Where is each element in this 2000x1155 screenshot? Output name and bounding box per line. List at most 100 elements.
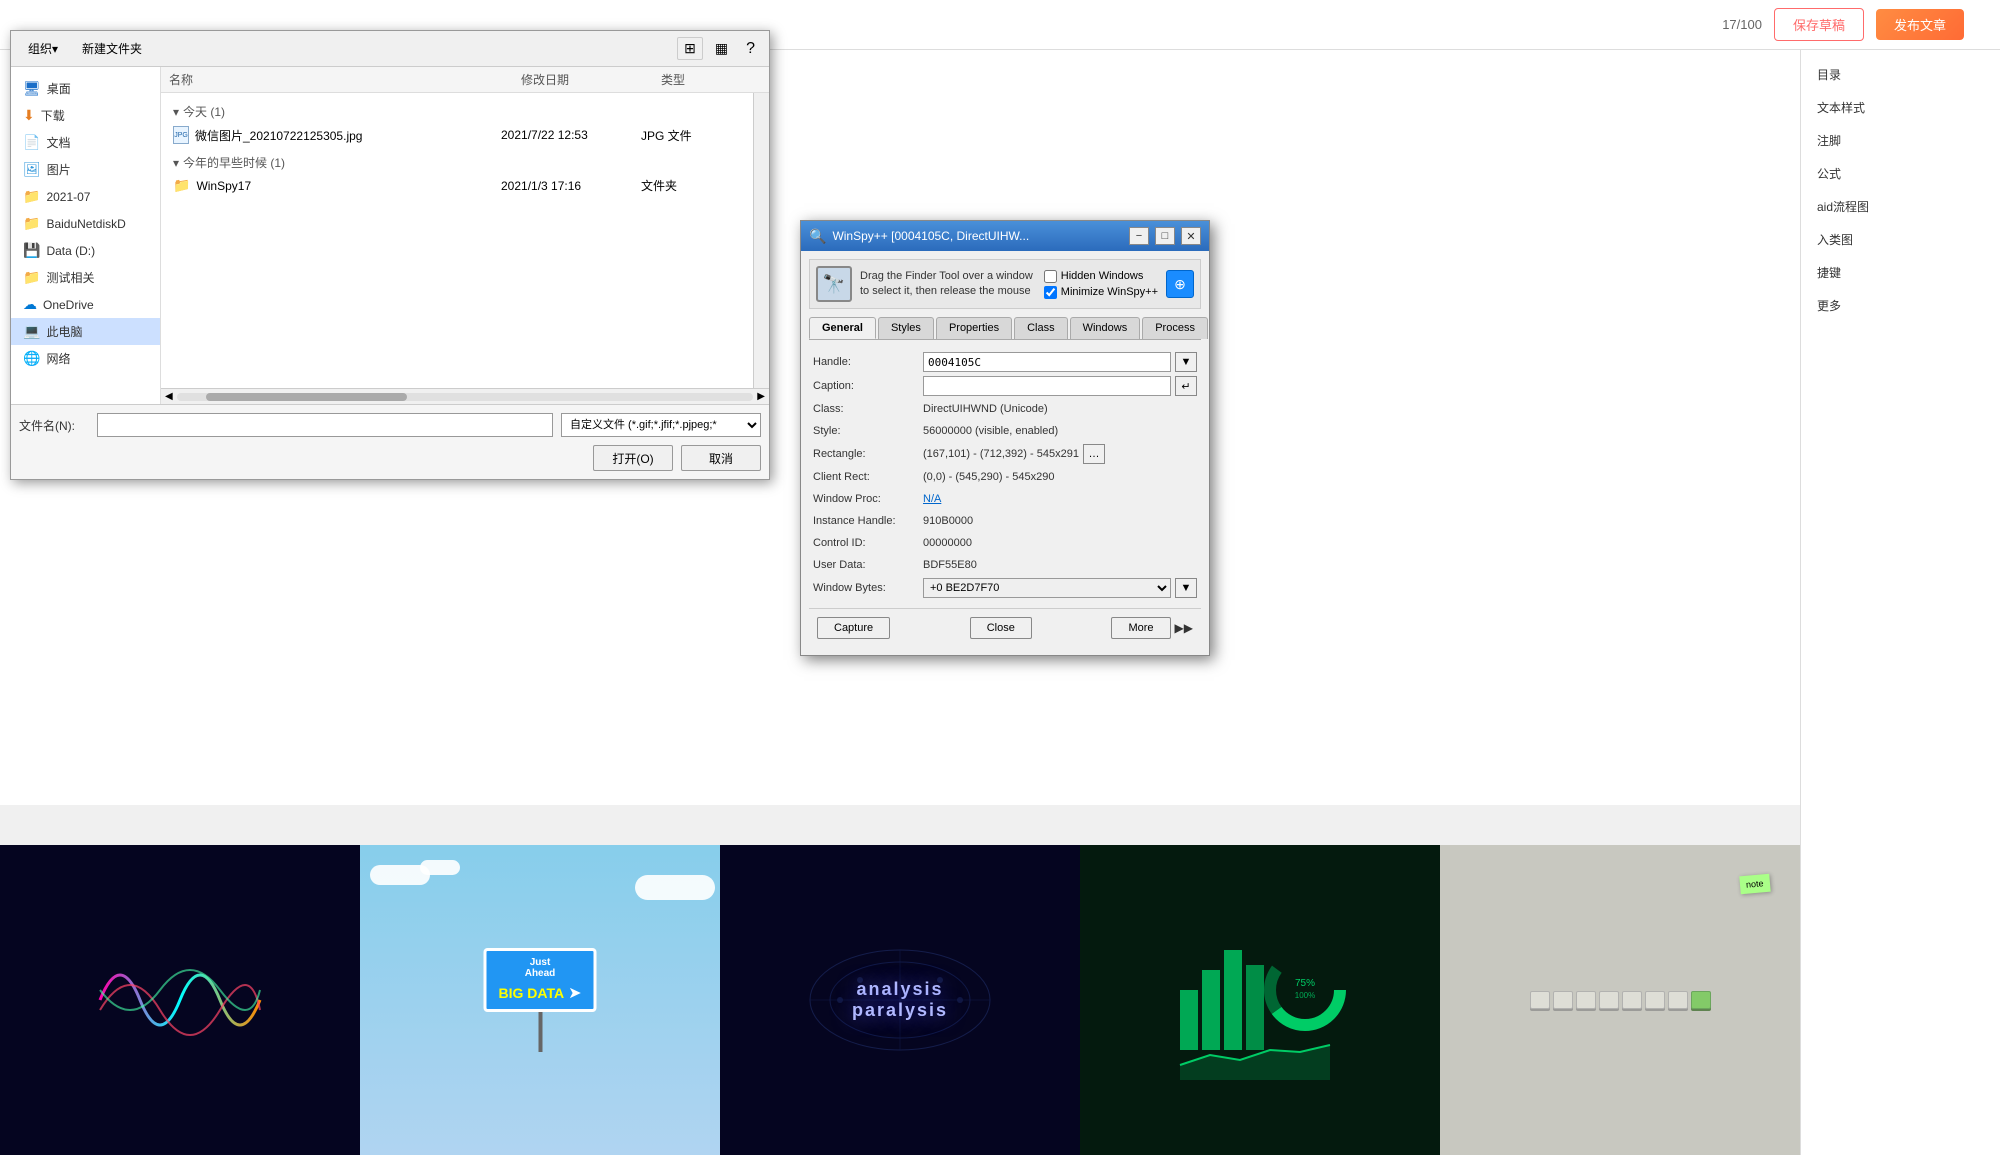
nav-item-testrelated[interactable]: 📁 测试相关 [11, 264, 160, 291]
prop-userdata-row: User Data: BDF55E80 [809, 554, 1201, 576]
nav-item-onedrive[interactable]: ☁ OneDrive [11, 291, 160, 318]
maximize-button[interactable]: □ [1155, 227, 1175, 245]
finder-tool-row: 🔭 Drag the Finder Tool over a window to … [809, 259, 1201, 309]
image-cell-keyboard[interactable]: note [1440, 845, 1800, 1155]
scroll-left-btn[interactable]: ◀ [165, 391, 173, 402]
winspy-body: 🔭 Drag the Finder Tool over a window to … [801, 251, 1209, 655]
group-today: ▾ 今天 (1) [165, 97, 749, 122]
rect-more-btn[interactable]: … [1083, 444, 1105, 464]
nav-item-pictures[interactable]: 🖼 图片 [11, 156, 160, 183]
minimize-button[interactable]: − [1129, 227, 1149, 245]
footer-buttons: 打开(O) 取消 [19, 445, 761, 471]
keyboard-visual: note [1440, 845, 1800, 1155]
prop-winbytes-label: Window Bytes: [813, 582, 923, 594]
view-toggle-icon[interactable]: ▦ [709, 38, 734, 59]
sticky-note: note [1740, 874, 1771, 895]
file-area-wrapper: ▾ 今天 (1) JPG 微信图片_20210722125305.jpg 202… [161, 93, 769, 388]
tab-styles[interactable]: Styles [878, 317, 934, 339]
finder-binoculars-icon[interactable]: 🔭 [816, 266, 852, 302]
nav-item-desktop[interactable]: 🖥 桌面 [11, 75, 160, 102]
prop-style-value: 56000000 (visible, enabled) [923, 424, 1197, 438]
nav-item-baidu[interactable]: 📁 BaiduNetdiskD [11, 210, 160, 237]
tab-general[interactable]: General [809, 317, 876, 339]
jpg-file-icon: JPG [173, 126, 189, 144]
prop-handle-label: Handle: [813, 356, 923, 368]
organize-button[interactable]: 组织▾ [19, 37, 67, 60]
more-arrows-icon: ▶▶ [1175, 621, 1193, 635]
winbytes-select[interactable]: +0 BE2D7F70 [923, 578, 1171, 598]
nav-item-network[interactable]: 🌐 网络 [11, 345, 160, 372]
scroll-track[interactable] [177, 393, 754, 401]
spy-button[interactable]: ⊕ [1166, 270, 1194, 298]
prop-userdata-label: User Data: [813, 559, 923, 571]
sidebar-item-toc[interactable]: 目录 [1809, 62, 1992, 87]
help-icon[interactable]: ? [740, 38, 761, 60]
vertical-scrollbar[interactable] [753, 93, 769, 388]
folder-name-text: WinSpy17 [196, 179, 251, 193]
horizontal-scrollbar[interactable]: ◀ ▶ [161, 388, 769, 404]
minimize-winspy-checkbox[interactable] [1044, 286, 1057, 299]
winspy-bottom-buttons: Capture Close More ▶▶ [809, 608, 1201, 647]
prop-winproc-value[interactable]: N/A [923, 492, 1197, 506]
nav-item-documents[interactable]: 📄 文档 [11, 129, 160, 156]
new-folder-button[interactable]: 新建文件夹 [73, 37, 151, 60]
prop-controlid-value: 00000000 [923, 536, 1197, 550]
view-details-icon[interactable]: ⊞ [677, 37, 703, 60]
scroll-right-btn[interactable]: ▶ [757, 391, 765, 402]
sidebar-item-mindmap[interactable]: 入类图 [1809, 227, 1992, 252]
network-icon: 🌐 [23, 350, 40, 367]
close-button[interactable]: ✕ [1181, 227, 1201, 245]
sidebar-item-more[interactable]: 更多 [1809, 293, 1992, 318]
sidebar-item-textstyle[interactable]: 文本样式 [1809, 95, 1992, 120]
tab-properties[interactable]: Properties [936, 317, 1012, 339]
nav-item-downloads[interactable]: ⬇ 下载 [11, 102, 160, 129]
publish-button[interactable]: 发布文章 [1876, 9, 1964, 40]
prop-instance-row: Instance Handle: 910B0000 [809, 510, 1201, 532]
tab-process[interactable]: Process [1142, 317, 1208, 339]
open-button[interactable]: 打开(O) [593, 445, 673, 471]
file-list-content[interactable]: ▾ 今天 (1) JPG 微信图片_20210722125305.jpg 202… [161, 93, 753, 388]
tab-windows[interactable]: Windows [1070, 317, 1141, 339]
more-button[interactable]: More [1111, 617, 1170, 639]
analysis-paralysis-text: analysisparalysis [852, 979, 948, 1021]
image-cell-wave[interactable] [0, 845, 360, 1155]
filetype-select[interactable]: 自定义文件 (*.gif;*.jfif;*.pjpeg;* [561, 413, 761, 437]
sidebar-item-shortcuts[interactable]: 捷键 [1809, 260, 1992, 285]
dialog-close-button[interactable]: Close [970, 617, 1032, 639]
capture-button[interactable]: Capture [817, 617, 890, 639]
save-draft-button[interactable]: 保存草稿 [1774, 8, 1864, 41]
winspy-title: WinSpy++ [0004105C, DirectUIHW... [832, 229, 1123, 243]
nav-label-onedrive: OneDrive [43, 298, 94, 312]
file-name-jpg: JPG 微信图片_20210722125305.jpg [173, 126, 501, 144]
finder-text-2: to select it, then release the mouse [860, 284, 1036, 299]
image-cell-analysis[interactable]: analysisparalysis [720, 845, 1080, 1155]
caption-apply-btn[interactable]: ↵ [1175, 376, 1197, 396]
finder-text-area: Drag the Finder Tool over a window to se… [860, 269, 1036, 300]
nav-label-2021-07: 2021-07 [46, 190, 90, 204]
nav-item-2021-07[interactable]: 📁 2021-07 [11, 183, 160, 210]
image-cell-bigdata[interactable]: Just Ahead BIG DATA ➤ [360, 845, 720, 1155]
hidden-windows-checkbox[interactable] [1044, 270, 1057, 283]
nav-item-datad[interactable]: 💾 Data (D:) [11, 237, 160, 264]
winspy-tabs: General Styles Properties Class Windows … [809, 317, 1201, 340]
page-count: 17/100 [1722, 17, 1762, 32]
sidebar-item-flowchart[interactable]: aid流程图 [1809, 194, 1992, 219]
sidebar-item-formula[interactable]: 公式 [1809, 161, 1992, 186]
image-cell-dataviz[interactable]: 75% 100% [1080, 845, 1440, 1155]
winbytes-dropdown-btn[interactable]: ▼ [1175, 578, 1197, 598]
nav-label-downloads: 下载 [41, 107, 65, 124]
table-row[interactable]: 📁 WinSpy17 2021/1/3 17:16 文件夹 [165, 173, 749, 198]
analysis-visual: analysisparalysis [720, 845, 1080, 1155]
caption-input[interactable] [923, 376, 1171, 396]
file-list-header: 名称 修改日期 类型 [161, 67, 769, 93]
cancel-button[interactable]: 取消 [681, 445, 761, 471]
filename-input[interactable] [97, 413, 553, 437]
handle-dropdown-btn[interactable]: ▼ [1175, 352, 1197, 372]
hidden-windows-label: Hidden Windows [1061, 270, 1144, 282]
nav-item-thispc[interactable]: 💻 此电脑 [11, 318, 160, 345]
sidebar-item-footnote[interactable]: 注脚 [1809, 128, 1992, 153]
table-row[interactable]: JPG 微信图片_20210722125305.jpg 2021/7/22 12… [165, 122, 749, 148]
col-date: 修改日期 [521, 71, 661, 88]
handle-input[interactable] [923, 352, 1171, 372]
tab-class[interactable]: Class [1014, 317, 1068, 339]
